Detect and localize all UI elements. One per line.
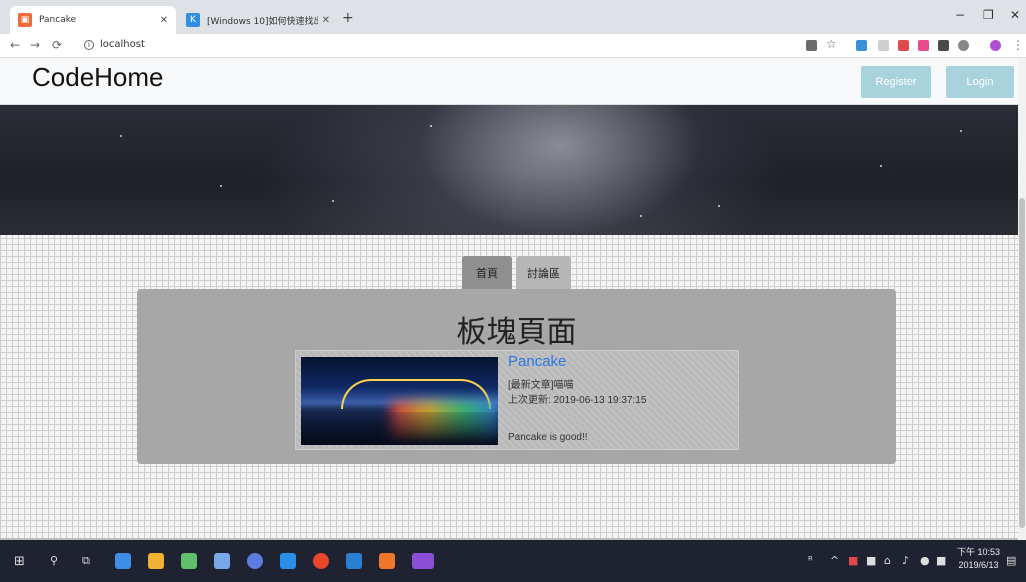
- taskbar-clock[interactable]: 下午 10:53 2019/6/13: [957, 546, 1000, 572]
- site-logo[interactable]: CodeHome: [32, 62, 164, 93]
- extension-icon[interactable]: [958, 40, 969, 51]
- site-header: CodeHome Register Login: [0, 58, 1018, 105]
- chrome-icon[interactable]: [313, 553, 329, 569]
- nav-tabs: 首頁 討論區: [462, 256, 571, 290]
- volume-icon[interactable]: ♪: [902, 554, 909, 567]
- task-view-icon[interactable]: ⧉: [82, 554, 90, 568]
- minimize-button[interactable]: −: [955, 8, 965, 22]
- tab-home[interactable]: 首頁: [462, 256, 512, 290]
- tray-app-icon[interactable]: ●: [920, 554, 930, 567]
- input-method-icon[interactable]: ■: [936, 554, 946, 567]
- extension-icon[interactable]: [938, 40, 949, 51]
- windows-start-icon[interactable]: ⊞: [14, 554, 25, 569]
- tray-chevron-icon[interactable]: ^: [830, 554, 839, 567]
- tab-close-icon[interactable]: ✕: [322, 15, 330, 26]
- browser-tabstrip: ▣ Pancake ✕ K [Windows 10]如何快速找出電腦 ✕ + −…: [0, 0, 1026, 34]
- extension-icon[interactable]: [856, 40, 867, 51]
- address-bar: ← → ⟳ i localhost ☆ ⋮: [0, 34, 1026, 58]
- scrollbar-thumb[interactable]: [1019, 198, 1025, 528]
- translate-icon[interactable]: [806, 40, 817, 51]
- login-button[interactable]: Login: [946, 66, 1014, 98]
- browser-tab-windows[interactable]: K [Windows 10]如何快速找出電腦 ✕: [178, 6, 338, 34]
- new-tab-button[interactable]: +: [342, 10, 354, 26]
- vscode-icon[interactable]: [280, 553, 296, 569]
- app-icon[interactable]: [346, 553, 362, 569]
- extension-icon[interactable]: [878, 40, 889, 51]
- back-arrow-icon[interactable]: ←: [10, 38, 20, 52]
- close-window-button[interactable]: ✕: [1010, 8, 1020, 22]
- tray-app-icon[interactable]: ■: [866, 554, 876, 567]
- file-explorer-icon[interactable]: [148, 553, 164, 569]
- clock-time: 下午 10:53: [956, 547, 1000, 557]
- extension-icon[interactable]: [898, 40, 909, 51]
- url-field[interactable]: i localhost: [84, 39, 145, 50]
- page-viewport: CodeHome Register Login 首頁 討論區 板塊頁面 Panc…: [0, 58, 1026, 540]
- reload-icon[interactable]: ⟳: [52, 38, 62, 52]
- xampp-icon[interactable]: [379, 553, 395, 569]
- app-icon[interactable]: [181, 553, 197, 569]
- extension-icon[interactable]: [918, 40, 929, 51]
- network-icon[interactable]: ⌂: [884, 554, 891, 567]
- people-icon[interactable]: ᴿ: [808, 554, 813, 567]
- menu-dots-icon[interactable]: ⋮: [1012, 38, 1024, 52]
- hero-banner: [0, 105, 1018, 235]
- k-favicon-icon: K: [186, 13, 200, 27]
- url-text: localhost: [100, 39, 145, 50]
- register-button[interactable]: Register: [861, 66, 931, 98]
- board-name-link[interactable]: Pancake: [508, 353, 566, 370]
- taskbar: ⊞ ⚲ ⧉ ᴿ ^ ■ ■ ⌂ ♪ ● ■ 下午 10:53 2019/6/13…: [0, 540, 1026, 582]
- pancake-favicon-icon: ▣: [18, 13, 32, 27]
- avatar[interactable]: [990, 40, 1001, 51]
- info-icon[interactable]: i: [84, 40, 94, 50]
- page-title: 板塊頁面: [456, 315, 577, 350]
- tab-title: Pancake: [39, 15, 77, 25]
- board-card[interactable]: Pancake [最新文章]喵喵 上次更新: 2019-06-13 19:37:…: [295, 350, 739, 450]
- scrollbar[interactable]: [1018, 58, 1026, 540]
- app-icon[interactable]: [247, 553, 263, 569]
- clock-date: 2019/6/13: [958, 560, 999, 570]
- forward-arrow-icon[interactable]: →: [30, 38, 40, 52]
- app-icon[interactable]: [214, 553, 230, 569]
- tray-app-icon[interactable]: ■: [848, 554, 858, 567]
- latest-article[interactable]: [最新文章]喵喵: [508, 376, 574, 391]
- maximize-button[interactable]: ❐: [983, 8, 994, 22]
- tab-forum[interactable]: 討論區: [516, 256, 571, 290]
- notification-icon[interactable]: ▤: [1006, 554, 1016, 567]
- app-icon[interactable]: [115, 553, 131, 569]
- board-thumbnail[interactable]: [301, 357, 498, 445]
- search-icon[interactable]: ⚲: [50, 554, 58, 567]
- last-updated: 上次更新: 2019-06-13 19:37:15: [508, 395, 647, 406]
- board-description: Pancake is good!!: [508, 432, 588, 443]
- tab-close-icon[interactable]: ✕: [160, 15, 168, 26]
- tab-title: [Windows 10]如何快速找出電腦: [207, 16, 318, 27]
- browser-tab-pancake[interactable]: ▣ Pancake ✕: [10, 6, 176, 34]
- board-panel: 板塊頁面 Pancake [最新文章]喵喵 上次更新: 2019-06-13 1…: [137, 289, 896, 464]
- bookmark-star-icon[interactable]: ☆: [826, 37, 837, 51]
- visual-studio-icon[interactable]: [412, 553, 434, 569]
